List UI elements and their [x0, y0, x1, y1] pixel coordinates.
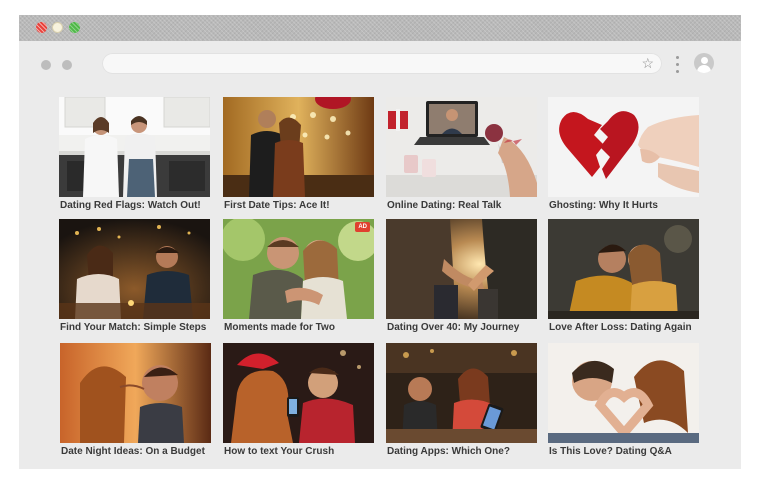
article-title[interactable]: How to text Your Crush — [224, 446, 394, 458]
close-window-button[interactable] — [36, 22, 47, 33]
article-thumbnail[interactable]: AD — [223, 219, 374, 319]
article-title[interactable]: Date Night Ideas: On a Budget — [61, 446, 231, 458]
ad-badge: AD — [355, 222, 370, 232]
back-icon[interactable] — [41, 60, 51, 70]
article-thumbnail[interactable] — [386, 343, 537, 443]
article-thumbnail[interactable] — [548, 219, 699, 319]
browser-window: ☆ Dating Red Flags: Watch Out! First Dat… — [19, 15, 741, 469]
article-card[interactable]: Dating Red Flags: Watch Out! — [59, 97, 210, 211]
kebab-menu-icon[interactable] — [674, 53, 682, 75]
star-icon[interactable]: ☆ — [641, 54, 654, 73]
maximize-window-button[interactable] — [69, 22, 80, 33]
user-avatar-icon[interactable] — [694, 53, 714, 73]
article-card[interactable]: Date Night Ideas: On a Budget — [60, 343, 211, 457]
article-title[interactable]: First Date Tips: Ace It! — [224, 200, 394, 212]
article-thumbnail[interactable] — [223, 343, 374, 443]
article-thumbnail[interactable] — [548, 343, 699, 443]
article-thumbnail[interactable] — [59, 97, 210, 197]
article-title[interactable]: Love After Loss: Dating Again — [549, 322, 719, 334]
article-card[interactable]: Online Dating: Real Talk — [386, 97, 537, 211]
article-card[interactable]: Is This Love? Dating Q&A — [548, 343, 699, 457]
article-thumbnail[interactable] — [59, 219, 210, 319]
article-thumbnail[interactable] — [386, 97, 537, 197]
article-thumbnail[interactable] — [60, 343, 211, 443]
article-title[interactable]: Moments made for Two — [224, 322, 394, 334]
address-bar[interactable]: ☆ — [102, 53, 662, 74]
article-thumbnail[interactable] — [223, 97, 374, 197]
article-thumbnail[interactable] — [386, 219, 537, 319]
article-title[interactable]: Find Your Match: Simple Steps — [60, 322, 230, 334]
article-card[interactable]: Find Your Match: Simple Steps — [59, 219, 210, 333]
article-card[interactable]: AD Moments made for Two — [223, 219, 374, 333]
article-title[interactable]: Dating Red Flags: Watch Out! — [60, 200, 230, 212]
article-title[interactable]: Ghosting: Why It Hurts — [549, 200, 719, 212]
article-card[interactable]: How to text Your Crush — [223, 343, 374, 457]
article-card[interactable]: First Date Tips: Ace It! — [223, 97, 374, 211]
article-card[interactable]: Dating Over 40: My Journey — [386, 219, 537, 333]
article-card[interactable]: Love After Loss: Dating Again — [548, 219, 699, 333]
article-thumbnail[interactable] — [548, 97, 699, 197]
article-title[interactable]: Dating Apps: Which One? — [387, 446, 557, 458]
minimize-window-button[interactable] — [52, 22, 63, 33]
article-title[interactable]: Dating Over 40: My Journey — [387, 322, 557, 334]
article-title[interactable]: Is This Love? Dating Q&A — [549, 446, 719, 458]
article-title[interactable]: Online Dating: Real Talk — [387, 200, 557, 212]
forward-icon[interactable] — [62, 60, 72, 70]
article-card[interactable]: Ghosting: Why It Hurts — [548, 97, 699, 211]
article-card[interactable]: Dating Apps: Which One? — [386, 343, 537, 457]
title-bar — [19, 15, 741, 41]
